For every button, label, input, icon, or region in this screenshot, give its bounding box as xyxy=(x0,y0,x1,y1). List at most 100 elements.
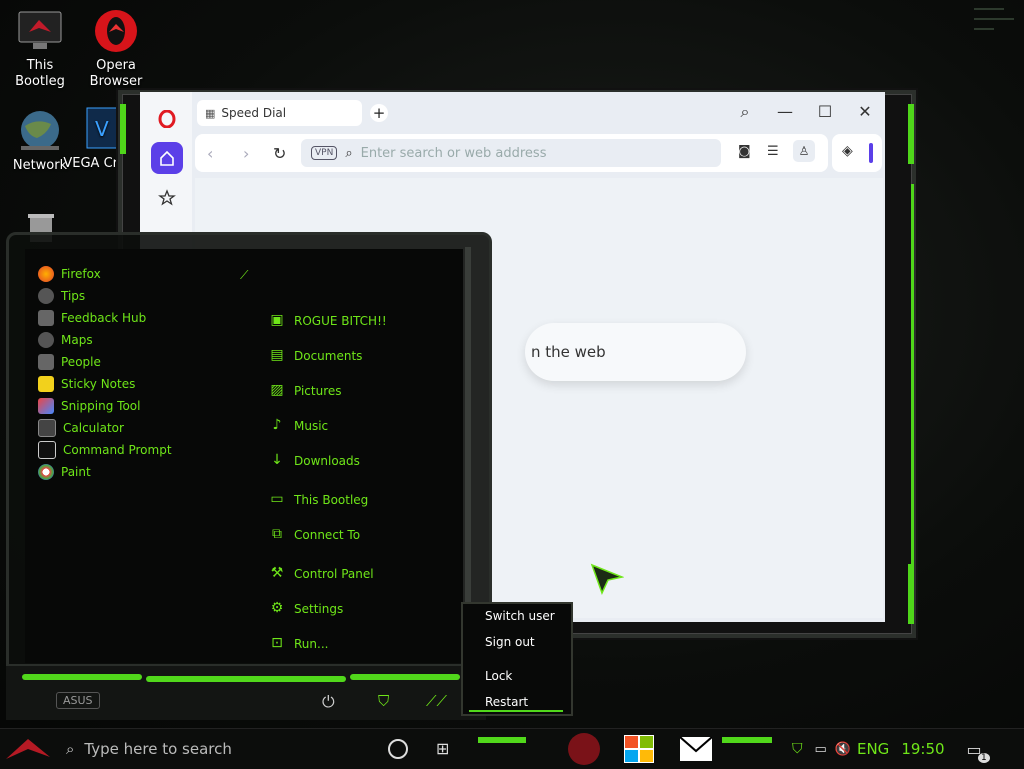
navigation-bar: ‹ › ↻ VPN ⌕ Enter search or web address … xyxy=(195,134,828,172)
new-tab-button[interactable]: + xyxy=(370,104,388,122)
rog-shield-icon: ⛉ xyxy=(378,692,390,710)
people-icon xyxy=(38,354,54,370)
place-pictures[interactable]: ▨ Pictures xyxy=(268,380,341,402)
start-menu-base: ASUS ⏻ ⛉ ⟋⟋ xyxy=(6,664,486,720)
taskbar: ⌕ Type here to search ⊞ ⛉ ▭ 🔇 ENG 19:50 … xyxy=(0,728,1024,769)
notification-center-icon[interactable]: ▭ 1 xyxy=(967,740,990,763)
camera-icon[interactable]: ◙ xyxy=(738,144,751,159)
desktop-icon-opera[interactable]: Opera Browser xyxy=(76,8,156,90)
terminal-icon xyxy=(38,441,56,459)
network-icon[interactable]: ▭ xyxy=(815,742,827,757)
app-tips[interactable]: Tips xyxy=(38,286,85,306)
place-control-panel[interactable]: ⚒ Control Panel xyxy=(268,563,374,585)
extensions-cube-icon[interactable]: ◈ xyxy=(842,143,853,159)
app-maps[interactable]: Maps xyxy=(38,330,93,350)
sticky-notes-icon xyxy=(38,376,54,392)
place-user[interactable]: ▣ ROGUE BITCH!! xyxy=(268,310,386,332)
taskbar-search-placeholder: Type here to search xyxy=(84,740,232,758)
app-people[interactable]: People xyxy=(38,352,101,372)
computer-icon: ▭ xyxy=(270,491,284,507)
mail-icon[interactable] xyxy=(679,736,713,761)
restart-item[interactable]: Restart xyxy=(485,695,528,709)
place-this-bootleg[interactable]: ▭ This Bootleg xyxy=(268,489,368,511)
system-tray: ⛉ ▭ 🔇 ENG 19:50 ▭ 1 xyxy=(792,729,990,769)
app-command-prompt[interactable]: Command Prompt xyxy=(38,440,172,460)
asus-logo: ASUS xyxy=(56,692,100,709)
tab-bar: ▦ Speed Dial + ⌕ — ☐ ✕ xyxy=(192,92,885,132)
app-paint[interactable]: Paint xyxy=(38,462,91,482)
document-icon: ▤ xyxy=(270,347,284,363)
maximize-button[interactable]: ☐ xyxy=(810,102,840,122)
place-run[interactable]: ⊡ Run... xyxy=(268,633,328,655)
settings-sliders-icon[interactable]: ☰ xyxy=(767,144,779,159)
address-placeholder: Enter search or web address xyxy=(360,145,547,161)
app-snipping-tool[interactable]: Snipping Tool xyxy=(38,396,140,416)
close-button[interactable]: ✕ xyxy=(850,102,880,122)
maps-icon xyxy=(38,332,54,348)
app-calculator[interactable]: Calculator xyxy=(38,418,124,438)
tab-speed-dial[interactable]: ▦ Speed Dial xyxy=(197,100,362,126)
desktop-icon-this-bootleg[interactable]: This Bootleg xyxy=(0,8,80,90)
power-button[interactable]: ⏻ xyxy=(322,692,335,712)
power-menu: Switch user Sign out Lock Restart xyxy=(461,602,573,716)
taskbar-green-accent-right xyxy=(722,737,772,743)
store-icon[interactable] xyxy=(624,735,654,763)
scissors-icon xyxy=(38,398,54,414)
extensions-area: ◈ xyxy=(832,134,882,172)
wrench-icon: ⚒ xyxy=(270,565,284,581)
language-indicator[interactable]: ENG xyxy=(857,740,889,758)
start-menu: ⟋ Firefox Tips Feedback Hub Maps People … xyxy=(6,232,492,720)
notification-count-badge: 1 xyxy=(977,752,990,763)
web-search-box[interactable]: n the web xyxy=(525,323,746,381)
place-documents[interactable]: ▤ Documents xyxy=(268,345,362,367)
clock[interactable]: 19:50 xyxy=(901,740,944,758)
rog-eye-icon: ⟋⟋ xyxy=(426,692,448,710)
music-icon: ♪ xyxy=(272,417,282,433)
star-icon[interactable] xyxy=(151,182,183,214)
wallpaper-decoration xyxy=(964,0,1024,40)
svg-text:V: V xyxy=(95,117,109,141)
cortana-icon[interactable] xyxy=(388,739,408,759)
task-view-icon[interactable]: ⊞ xyxy=(436,739,449,758)
back-icon[interactable]: ‹ xyxy=(207,144,213,163)
speed-dial-icon: ▦ xyxy=(205,106,216,120)
rog-logo-icon: ⟋ xyxy=(240,268,249,282)
search-icon: ⌕ xyxy=(66,740,75,758)
lock-item[interactable]: Lock xyxy=(485,669,512,683)
mouse-cursor-icon xyxy=(590,563,624,595)
rog-app-icon[interactable] xyxy=(568,733,600,765)
taskbar-green-accent xyxy=(478,737,526,743)
app-feedback-hub[interactable]: Feedback Hub xyxy=(38,308,146,328)
vpn-badge[interactable]: VPN xyxy=(311,146,338,160)
taskbar-search-box[interactable]: ⌕ Type here to search xyxy=(58,729,374,769)
sign-out-item[interactable]: Sign out xyxy=(485,635,535,649)
download-icon: ↓ xyxy=(271,452,283,468)
home-icon[interactable] xyxy=(151,142,183,174)
reload-icon[interactable]: ↻ xyxy=(273,144,286,163)
user-icon: ▣ xyxy=(270,312,284,328)
address-bar[interactable]: VPN ⌕ Enter search or web address xyxy=(301,139,721,167)
app-firefox[interactable]: Firefox xyxy=(38,264,101,284)
place-music[interactable]: ♪ Music xyxy=(268,415,329,437)
opera-menu-icon[interactable] xyxy=(151,103,183,135)
place-downloads[interactable]: ↓ Downloads xyxy=(268,450,360,472)
forward-icon[interactable]: › xyxy=(243,144,249,163)
app-sticky-notes[interactable]: Sticky Notes xyxy=(38,374,135,394)
place-connect-to[interactable]: ⧉ Connect To xyxy=(268,524,360,546)
place-settings[interactable]: ⚙ Settings xyxy=(268,598,344,620)
volume-muted-icon[interactable]: 🔇 xyxy=(835,742,851,757)
opera-icon xyxy=(93,8,139,54)
minimize-button[interactable]: — xyxy=(770,102,800,122)
rog-tray-icon[interactable]: ⛉ xyxy=(792,741,803,757)
lightbulb-icon xyxy=(38,288,54,304)
search-tabs-icon[interactable]: ⌕ xyxy=(730,102,760,122)
picture-icon: ▨ xyxy=(270,382,284,398)
switch-user-item[interactable]: Switch user xyxy=(485,609,555,623)
start-button[interactable] xyxy=(4,735,52,763)
network-icon: ⧉ xyxy=(272,526,282,542)
rog-logo-icon xyxy=(6,739,50,759)
feedback-icon xyxy=(38,310,54,326)
firefox-icon xyxy=(38,266,54,282)
sidebar-toggle-indicator[interactable] xyxy=(869,143,873,163)
profile-icon[interactable]: ♙ xyxy=(793,140,815,162)
